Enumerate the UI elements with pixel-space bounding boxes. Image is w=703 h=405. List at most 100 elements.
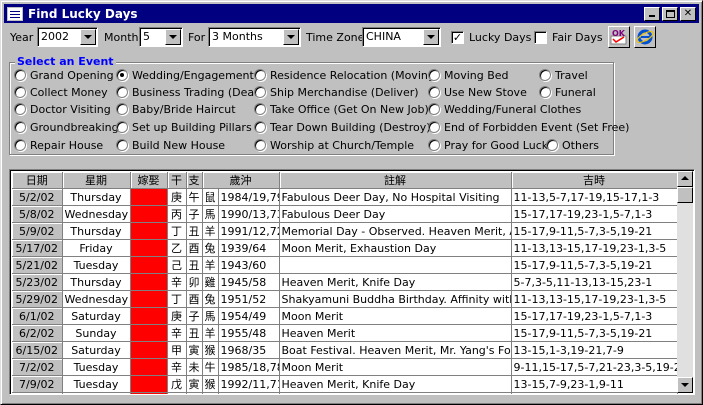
cell-weekday[interactable]: Friday	[62, 239, 131, 257]
event-radio-doctor-visiting[interactable]: Doctor Visiting	[14, 102, 111, 116]
cell-date[interactable]: 6/2/02	[12, 324, 63, 342]
month-select[interactable]: 5	[139, 27, 183, 47]
year-select[interactable]: 2002	[37, 27, 98, 47]
radio-dot[interactable]	[14, 121, 26, 133]
column-header-clash[interactable]: 歲沖	[202, 172, 280, 189]
event-radio-travel[interactable]: Travel	[539, 68, 588, 82]
cell-wedding-marker[interactable]	[130, 375, 168, 393]
table-row[interactable]: 7/15/02Monday 甲申虎1938/65 9-11,23-1,13-15,1…	[12, 392, 678, 394]
event-radio-business-trading[interactable]: Business Trading (Deal)	[116, 85, 261, 99]
event-radio-pray-good-luck[interactable]: Pray for Good Luck	[428, 138, 548, 152]
radio-dot[interactable]	[428, 139, 440, 151]
cell-date[interactable]: 7/9/02	[12, 375, 63, 393]
cell-lucky-hours[interactable]: 13-15,7-9,23-1,9-11	[511, 375, 678, 393]
cell-clash-animal[interactable]: 猴	[202, 375, 219, 393]
scroll-up-icon[interactable]	[677, 171, 693, 187]
radio-dot[interactable]	[116, 139, 128, 151]
fair-days-checkbox[interactable]	[534, 31, 547, 44]
fair-days-label[interactable]: Fair Days	[552, 31, 603, 45]
cell-wedding-marker[interactable]	[130, 239, 168, 257]
cell-clash-animal[interactable]: 雞	[202, 273, 219, 291]
radio-dot[interactable]	[14, 69, 26, 81]
cell-weekday[interactable]: Wednesday	[62, 290, 131, 308]
cell-branch[interactable]: 子	[186, 205, 203, 223]
table-row[interactable]: 6/1/02 Saturday 庚子馬 1954/49 Moon Merit 15-17,…	[12, 307, 678, 325]
cell-clash-animal[interactable]: 羊	[202, 256, 219, 274]
radio-dot[interactable]	[254, 69, 266, 81]
cell-wedding-marker[interactable]	[130, 273, 168, 291]
cell-clash-year[interactable]: 1990/13,73	[218, 205, 280, 223]
cell-weekday[interactable]: Monday	[62, 392, 131, 394]
maximize-button[interactable]	[662, 6, 678, 21]
lucky-days-label[interactable]: Lucky Days	[469, 31, 531, 45]
cell-notes[interactable]: Moon Merit, Exhaustion Day	[279, 239, 512, 257]
cell-wedding-marker[interactable]	[130, 307, 168, 325]
radio-dot[interactable]	[428, 103, 440, 115]
cell-stem[interactable]: 己	[167, 256, 187, 274]
cell-notes[interactable]	[279, 392, 512, 394]
cell-notes[interactable]: Moon Merit	[279, 307, 512, 325]
cell-weekday[interactable]: Saturday	[62, 341, 131, 359]
cell-clash-year[interactable]: 1939/64	[218, 239, 280, 257]
column-header-date[interactable]: 日期	[12, 172, 63, 189]
cell-wedding-marker[interactable]	[130, 205, 168, 223]
cell-date[interactable]: 6/1/02	[12, 307, 63, 325]
cell-stem[interactable]: 辛	[167, 273, 187, 291]
radio-dot[interactable]	[254, 103, 266, 115]
event-radio-tear-down-building[interactable]: Tear Down Building (Destroy)	[254, 120, 431, 134]
table-row[interactable]: 5/21/02 Tuesday 己丑羊 1943/60 15-17,9-11,5-7,3…	[12, 256, 678, 274]
cell-branch[interactable]: 酉	[186, 239, 203, 257]
radio-dot[interactable]	[14, 103, 26, 115]
cell-clash-animal[interactable]: 虎	[202, 392, 219, 394]
event-radio-moving-bed[interactable]: Moving Bed	[428, 68, 509, 82]
table-row[interactable]: 6/15/02 Saturday 甲寅猴 1968/35 Boat Festival. …	[12, 341, 678, 359]
cell-stem[interactable]: 甲	[167, 341, 187, 359]
event-radio-funeral[interactable]: Funeral	[539, 85, 596, 99]
cell-lucky-hours[interactable]: 11-13,13-15,17-19,23-1,3-5	[511, 239, 678, 257]
cell-branch[interactable]: 申	[186, 392, 203, 394]
table-row[interactable]: 5/2/02 Thursday 庚午鼠 1984/19,79 Fabulous Deer…	[12, 188, 678, 206]
table-row[interactable]: 7/2/02 Tuesday 辛未牛 1985/18,78 Moon Merit 9-11…	[12, 358, 678, 376]
cell-date[interactable]: 7/2/02	[12, 358, 63, 376]
cell-branch[interactable]: 卯	[186, 273, 203, 291]
cell-wedding-marker[interactable]	[130, 392, 168, 394]
cell-date[interactable]: 6/15/02	[12, 341, 63, 359]
table-row[interactable]: 6/2/02 Sunday 辛丑羊 1955/48 Heaven Merit 15-17,…	[12, 324, 678, 342]
cell-lucky-hours[interactable]: 13-15,1-3,19-21,7-9	[511, 341, 678, 359]
cell-clash-animal[interactable]: 牛	[202, 358, 219, 376]
cell-lucky-hours[interactable]: 9-11,23-1,13-15,19-21	[511, 392, 678, 394]
cell-branch[interactable]: 未	[186, 358, 203, 376]
cell-stem[interactable]: 丁	[167, 290, 187, 308]
cell-lucky-hours[interactable]: 15-17,17-19,23-1,5-7,1-3	[511, 205, 678, 223]
cell-branch[interactable]: 丑	[186, 256, 203, 274]
cell-weekday[interactable]: Thursday	[62, 273, 131, 291]
cell-clash-animal[interactable]: 馬	[202, 205, 219, 223]
cell-notes[interactable]: Fabulous Deer Day, No Hospital Visiting	[279, 188, 512, 206]
cell-date[interactable]: 5/21/02	[12, 256, 63, 274]
ok-button[interactable]: OK	[608, 26, 630, 48]
event-radio-wedding-funeral-clothes[interactable]: Wedding/Funeral Clothes	[428, 102, 581, 116]
cell-stem[interactable]: 辛	[167, 324, 187, 342]
minimize-button[interactable]	[644, 6, 660, 21]
chevron-down-icon[interactable]	[80, 29, 96, 45]
column-header-weekday[interactable]: 星期	[62, 172, 131, 189]
chevron-down-icon[interactable]	[165, 29, 181, 45]
table-row[interactable]: 7/9/02 Tuesday 戊寅猴 1992/11,71 Heaven Merit, …	[12, 375, 678, 393]
cell-date[interactable]: 5/23/02	[12, 273, 63, 291]
column-header-stem[interactable]: 干	[167, 172, 187, 189]
event-radio-residence-relocation[interactable]: Residence Relocation (Moving)	[254, 68, 439, 82]
cell-notes[interactable]: Heaven Merit	[279, 324, 512, 342]
cell-clash-year[interactable]: 1955/48	[218, 324, 280, 342]
cell-clash-year[interactable]: 1992/11,71	[218, 375, 280, 393]
cell-stem[interactable]: 甲	[167, 392, 187, 394]
radio-dot[interactable]	[254, 139, 266, 151]
close-button[interactable]: ✕	[680, 6, 696, 21]
cell-clash-year[interactable]: 1954/49	[218, 307, 280, 325]
cell-clash-year[interactable]: 1945/58	[218, 273, 280, 291]
radio-dot[interactable]	[14, 86, 26, 98]
table-row[interactable]: 5/8/02 Wednesday 丙子馬 1990/13,73 Fabulous Dee…	[12, 205, 678, 223]
event-radio-collect-money[interactable]: Collect Money	[14, 85, 108, 99]
radio-dot[interactable]	[428, 86, 440, 98]
radio-dot[interactable]	[254, 121, 266, 133]
radio-dot[interactable]	[14, 139, 26, 151]
